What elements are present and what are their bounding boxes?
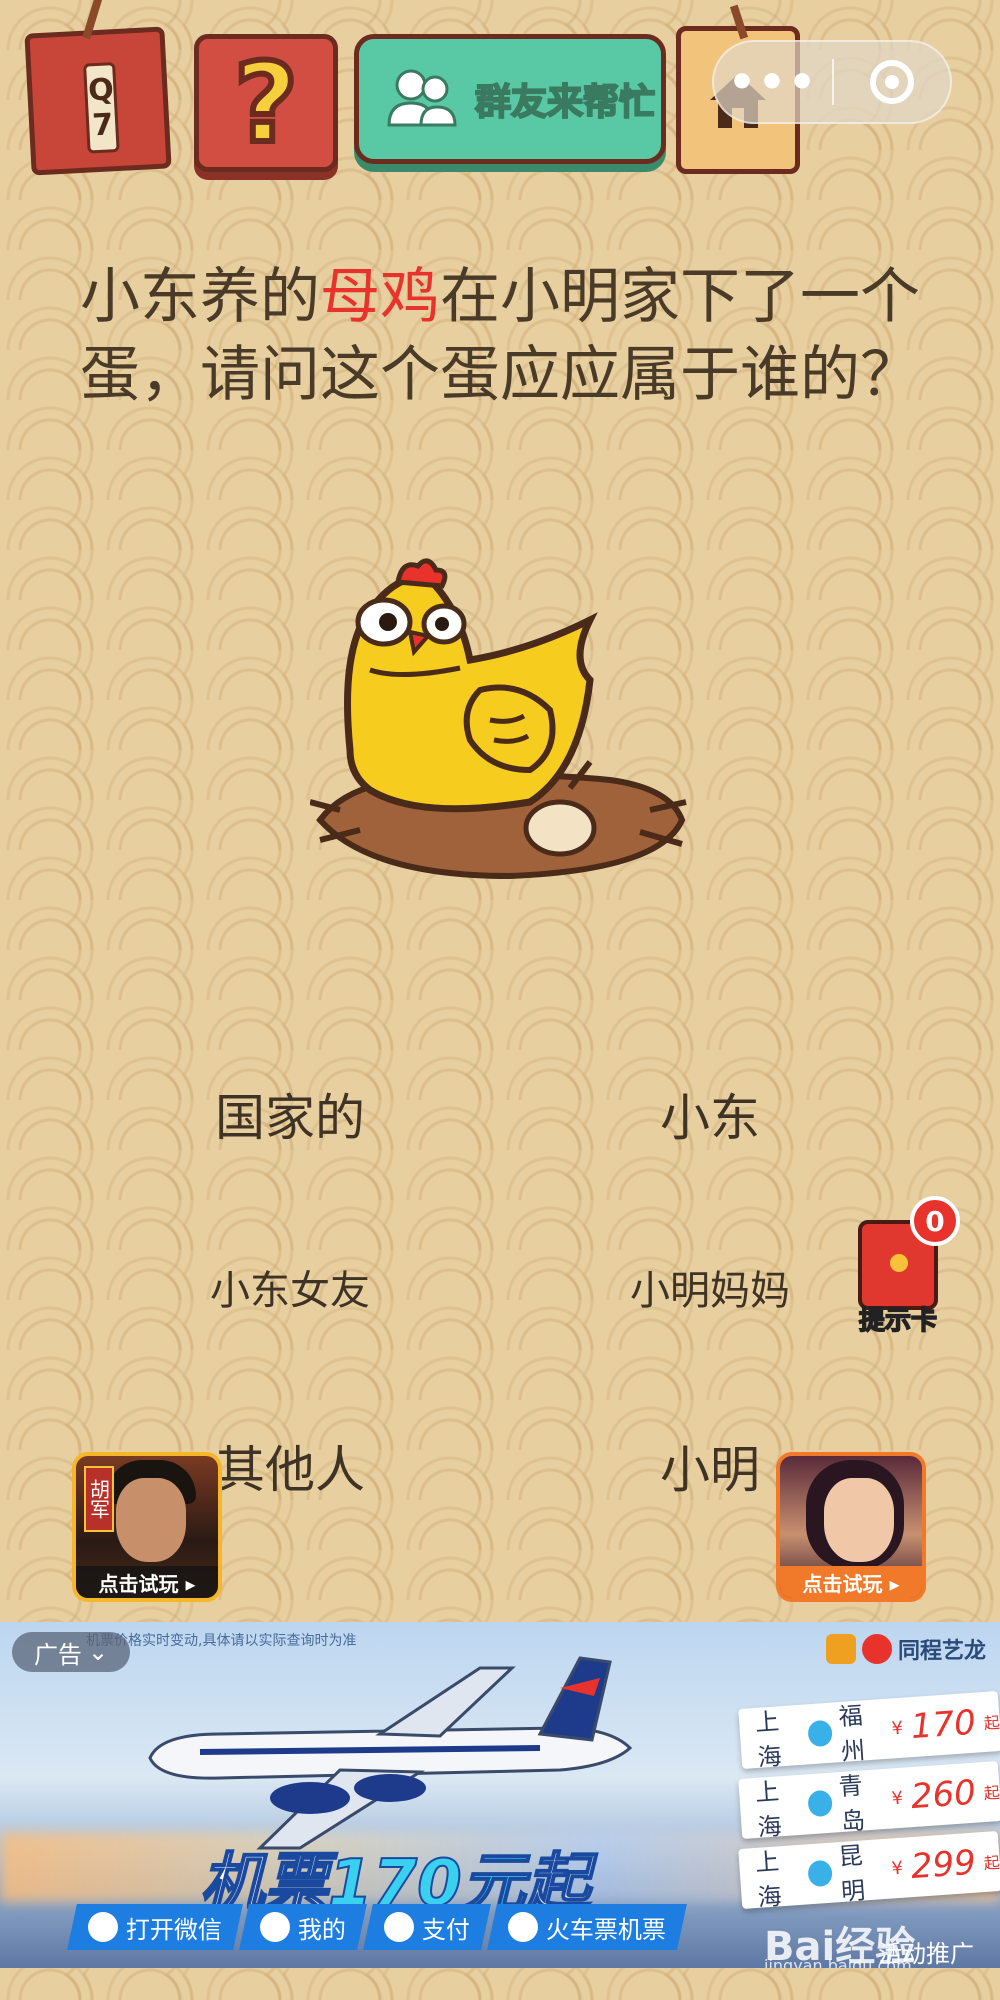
action-label: 我的 — [298, 1915, 346, 1944]
level-label: Q7 — [83, 62, 121, 154]
plane-icon — [807, 1789, 833, 1818]
answer-option-3[interactable]: 小东女友 — [140, 1258, 440, 1316]
route-to: 福州 — [837, 1701, 867, 1767]
route-currency: ¥ — [890, 1717, 904, 1739]
user-icon — [260, 1912, 290, 1942]
route-item: 上海 青岛 ¥ 260 起 — [738, 1761, 1000, 1842]
hint-card-label: 提示卡 — [858, 1305, 938, 1337]
brand-name: 同程艺龙 — [898, 1639, 987, 1664]
game-ad-cta: 点击试玩 ▸ — [76, 1566, 218, 1598]
flight-banner-ad[interactable]: 机票价格实时变动,具体请以实际查询时为准 广告 ⌄ 同程艺龙 机票170元起 上… — [0, 1622, 1000, 1968]
more-options-button[interactable]: ••• — [714, 42, 832, 122]
brand-logo-icon — [826, 1634, 856, 1664]
route-from: 上海 — [754, 1847, 783, 1912]
action-label: 支付 — [422, 1915, 470, 1944]
route-suffix: 起 — [983, 1712, 1000, 1734]
route-suffix: 起 — [983, 1852, 1000, 1874]
group-help-label: 群友来帮忙 — [474, 81, 656, 124]
wechat-icon — [88, 1912, 118, 1942]
hint-count-badge: 0 — [910, 1196, 960, 1246]
level-indicator: Q7 — [24, 26, 172, 176]
open-wechat-button[interactable]: 打开微信 — [67, 1904, 243, 1950]
top-bar: Q7 ? 群友来帮忙 ••• — [0, 0, 1000, 190]
character-face — [824, 1478, 894, 1562]
target-icon — [870, 60, 914, 104]
train-flight-button[interactable]: 火车票机票 — [487, 1904, 687, 1950]
ad-label: 广告 — [33, 1640, 82, 1669]
question-highlight: 母鸡 — [320, 262, 440, 332]
question-text: 小东养的母鸡在小明家下了一个蛋，请问这个蛋应应属于谁的？ — [60, 258, 940, 414]
route-item: 上海 福州 ¥ 170 起 — [738, 1691, 1000, 1772]
game-ad-right[interactable]: 点击试玩 ▸ — [776, 1452, 926, 1602]
route-price: 299 — [909, 1842, 978, 1888]
egg — [523, 799, 597, 857]
ad-action-bar: 打开微信 我的 支付 火车票机票 — [67, 1904, 687, 1950]
route-suffix: 起 — [983, 1782, 1000, 1804]
game-ad-cta: 点击试玩 ▸ — [780, 1566, 922, 1598]
ad-brand: 同程艺龙 — [826, 1632, 986, 1666]
help-button[interactable]: ? — [194, 34, 338, 172]
train-icon — [508, 1912, 538, 1942]
game-ad-seal: 胡军 — [84, 1466, 114, 1532]
route-currency: ¥ — [890, 1787, 904, 1809]
action-label: 打开微信 — [126, 1915, 222, 1944]
action-label: 火车票机票 — [546, 1915, 666, 1944]
mini-program-capsule: ••• — [712, 40, 952, 124]
question-mark-icon: ? — [231, 39, 301, 167]
game-ad-left[interactable]: 胡军 点击试玩 ▸ — [72, 1452, 222, 1602]
route-price: 170 — [909, 1702, 978, 1748]
route-to: 昆明 — [837, 1841, 867, 1907]
answer-option-2[interactable]: 小东 — [560, 1078, 860, 1150]
people-icon — [387, 69, 457, 127]
hen-on-nest-illustration — [310, 558, 687, 880]
my-button[interactable]: 我的 — [239, 1904, 367, 1950]
answer-option-1[interactable]: 国家的 — [140, 1078, 440, 1150]
pay-icon — [384, 1912, 414, 1942]
watermark-url: jingyan.baidu.com — [764, 1956, 912, 1968]
question-text-start: 小东养的 — [80, 262, 320, 332]
route-to: 青岛 — [837, 1771, 867, 1837]
plane-icon — [807, 1859, 833, 1888]
route-from: 上海 — [754, 1777, 783, 1842]
plane-icon — [807, 1719, 833, 1748]
pay-button[interactable]: 支付 — [363, 1904, 491, 1950]
character-face — [116, 1478, 186, 1562]
group-help-button[interactable]: 群友来帮忙 — [354, 34, 666, 164]
route-currency: ¥ — [890, 1857, 904, 1879]
route-from: 上海 — [754, 1707, 783, 1772]
hen — [344, 558, 598, 813]
hint-card-button[interactable]: 0 提示卡 — [846, 1196, 966, 1346]
chevron-down-icon: ⌄ — [87, 1638, 109, 1666]
ad-label-button[interactable]: 广告 ⌄ — [12, 1632, 130, 1672]
close-mini-program-button[interactable] — [834, 42, 950, 122]
answer-option-4[interactable]: 小明妈妈 — [560, 1258, 860, 1316]
brand-logo-icon — [862, 1634, 892, 1664]
route-price: 260 — [909, 1772, 978, 1818]
